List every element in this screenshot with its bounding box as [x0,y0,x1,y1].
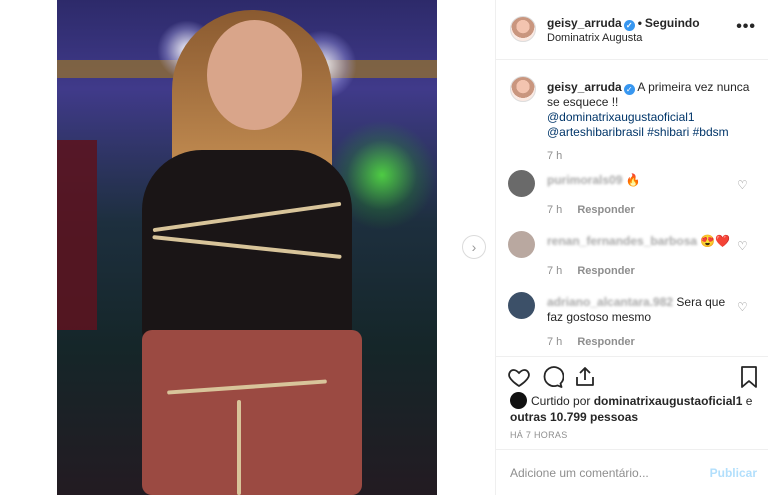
photo-person-torso [142,150,352,350]
commenter-username[interactable]: purimorals09 [547,173,622,187]
comment-time: 7 h [547,265,563,277]
comment-body: renan_fernandes_barbosa 😍❤️ [547,234,732,249]
add-comment-form: Adicione um comentário... Publicar [496,449,768,495]
commenter-avatar[interactable] [508,231,535,258]
publish-button[interactable]: Publicar [710,466,757,480]
author-avatar[interactable] [510,16,536,42]
caption-username[interactable]: geisy_arruda [547,80,622,94]
reply-button[interactable]: Responder [577,204,634,216]
comment-item: renan_fernandes_barbosa 😍❤️ 7 h Responde… [496,231,768,291]
photo-curtain [57,140,97,330]
comment-meta: 7 h Responder [547,336,635,348]
bookmark-icon[interactable] [737,365,761,389]
follow-button[interactable]: Seguindo [645,16,700,30]
comment-meta: 7 h Responder [547,265,635,277]
verified-badge-icon: ✓ [623,20,635,31]
likes-prefix: Curtido por [531,394,591,408]
mention-link[interactable]: @arteshibaribrasil [547,125,644,139]
post-actions-bar [496,356,768,394]
post-photo[interactable] [57,0,437,495]
like-comment-icon[interactable]: ♡ [737,179,749,191]
post-media-area: › [0,0,495,495]
commenter-avatar[interactable] [508,292,535,319]
comment-item: adriano_alcantara.982 Sera que faz gosto… [496,292,768,352]
author-line: geisy_arruda ✓ • Seguindo [547,16,700,31]
photo-person-skirt [142,330,362,495]
caption-line-2: se esquece !! [547,95,619,109]
like-comment-icon[interactable]: ♡ [737,301,749,313]
liker-avatar[interactable] [510,392,527,409]
reply-button[interactable]: Responder [577,265,634,277]
share-icon[interactable] [573,365,597,389]
hashtag-link[interactable]: #bdsm [693,125,729,139]
like-heart-icon[interactable] [507,365,531,389]
caption-author-avatar[interactable] [510,76,536,102]
post-header: geisy_arruda ✓ • Seguindo Dominatrix August… [496,0,768,60]
more-options-icon[interactable]: ••• [736,18,756,36]
comment-item: purimorals09 🔥 7 h Responder ♡ [496,170,768,230]
comment-meta: 7 h Responder [547,204,635,216]
like-comment-icon[interactable]: ♡ [737,240,749,252]
comment-body: purimorals09 🔥 [547,173,732,188]
liker-username[interactable]: dominatrixaugustaoficial1 [594,394,743,408]
photo-person-face [207,20,302,130]
chevron-right-icon: › [471,239,477,255]
likes-connector: e [745,394,753,408]
comment-body: adriano_alcantara.982 Sera que faz gosto… [547,295,732,325]
post-location[interactable]: Dominatrix Augusta [547,32,642,44]
author-username[interactable]: geisy_arruda [547,16,622,30]
comment-emoji: 🔥 [625,173,641,187]
caption-text: geisy_arruda ✓ A primeira vez nunca se es… [547,80,757,140]
separator-dot: • [637,16,642,30]
post-sidebar: geisy_arruda ✓ • Seguindo Dominatrix August… [495,0,768,495]
likes-others[interactable]: outras 10.799 pessoas [510,410,638,424]
caption-line-1: A primeira vez nunca [637,80,750,94]
comment-input[interactable]: Adicione um comentário... [510,466,649,480]
commenter-username[interactable]: renan_fernandes_barbosa [547,234,697,248]
mention-link[interactable]: @dominatrixaugustaoficial1 [547,110,695,124]
comment-emoji: 😍❤️ [700,234,731,248]
next-media-button[interactable]: › [462,235,486,259]
post-date: HÁ 7 HORAS [510,430,568,440]
reply-button[interactable]: Responder [577,336,634,348]
commenter-username[interactable]: adriano_alcantara.982 [547,295,673,309]
photo-rope [237,400,241,495]
comment-time: 7 h [547,336,563,348]
commenter-avatar[interactable] [508,170,535,197]
verified-badge-icon: ✓ [623,84,635,95]
hashtag-link[interactable]: #shibari [647,125,689,139]
likes-summary: Curtido por dominatrixaugustaoficial1 e … [510,392,760,425]
comment-time: 7 h [547,204,563,216]
comment-bubble-icon[interactable] [540,365,564,389]
caption-time: 7 h [547,150,563,162]
